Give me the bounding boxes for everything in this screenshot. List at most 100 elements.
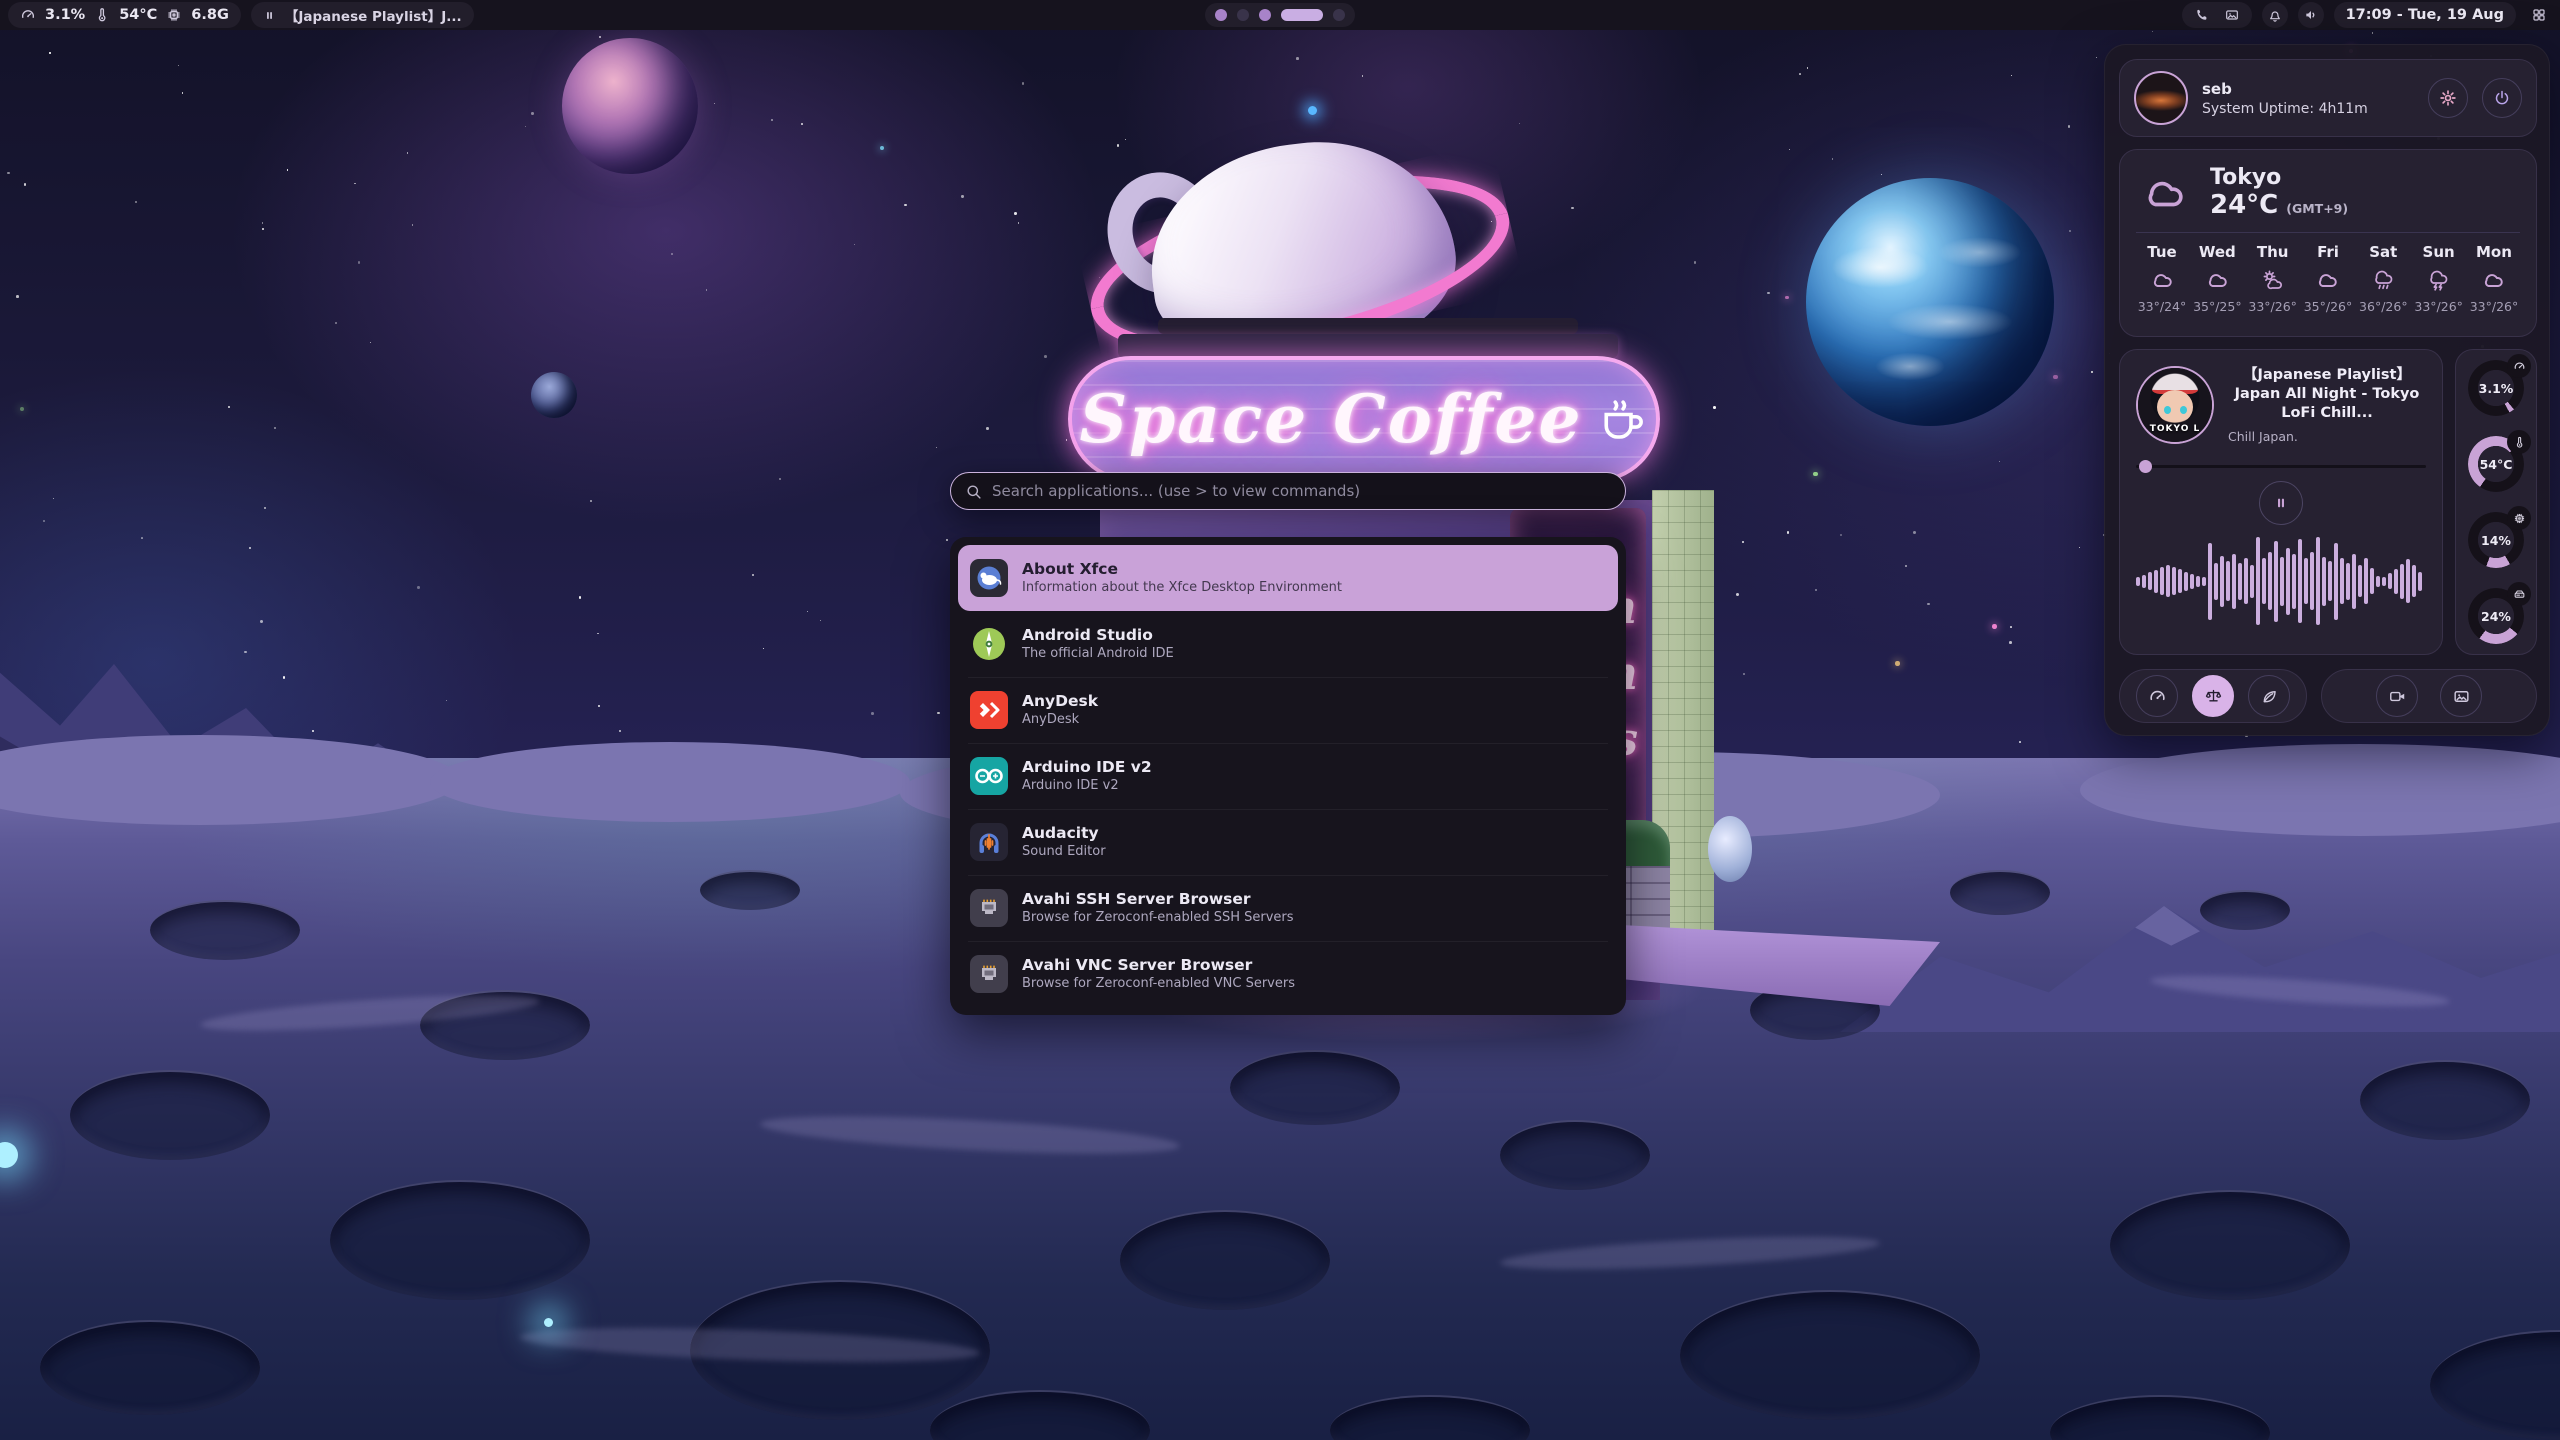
power-icon	[2493, 89, 2511, 107]
image-button[interactable]	[2440, 675, 2482, 717]
notifications-button[interactable]	[2262, 2, 2288, 28]
crater	[2360, 1060, 2530, 1140]
visualizer-bar	[2166, 565, 2170, 597]
shop-bush	[1708, 816, 1752, 882]
app-list-item[interactable]: AnyDeskAnyDesk	[958, 677, 1618, 743]
visualizer-bar	[2148, 572, 2152, 590]
wallpaper-icon[interactable]	[2224, 7, 2240, 23]
app-list-item[interactable]: Android StudioThe official Android IDE	[958, 611, 1618, 677]
now-playing-pill[interactable]: 【Japanese Playlist】J...	[251, 2, 474, 28]
speedometer-icon	[20, 7, 36, 23]
thermometer-icon	[2513, 436, 2526, 449]
forecast-temps: 33°/26°	[2248, 299, 2297, 314]
rain-icon	[2370, 268, 2397, 292]
purple-planet	[562, 38, 698, 174]
app-description: Browse for Zeroconf-enabled SSH Servers	[1022, 910, 1294, 927]
star	[2069, 230, 2071, 232]
shop-roof-step	[1158, 318, 1578, 334]
star	[2096, 57, 2097, 58]
forecast-row: Tue33°/24°Wed35°/25°Thu33°/26°Fri35°/26°…	[2136, 243, 2520, 314]
visualizer-bar	[2244, 558, 2248, 604]
star	[2068, 125, 2070, 127]
star	[354, 183, 356, 185]
workspace-dot-active[interactable]	[1281, 9, 1323, 21]
forecast-day-label: Mon	[2476, 243, 2512, 261]
star	[7, 172, 9, 174]
star	[2019, 741, 2021, 743]
track-subtitle: Chill Japan.	[2228, 429, 2426, 444]
visualizer-bar	[2286, 548, 2290, 615]
video-button[interactable]	[2376, 675, 2418, 717]
volume-button[interactable]	[2298, 2, 2324, 28]
sun-cloud-icon	[2259, 268, 2286, 292]
workspace-dot-empty[interactable]	[1237, 9, 1249, 21]
speedometer-button[interactable]	[2136, 675, 2178, 717]
app-description: AnyDesk	[1022, 712, 1098, 729]
app-description: Sound Editor	[1022, 844, 1106, 861]
app-list-item[interactable]: Arduino IDE v2Arduino IDE v2	[958, 743, 1618, 809]
star	[1799, 73, 1801, 75]
tray-icons-pill[interactable]	[2182, 2, 2252, 28]
visualizer-bar	[2142, 575, 2146, 588]
crater	[2110, 1190, 2350, 1300]
visualizer-bar	[2370, 568, 2374, 594]
app-name: About Xfce	[1022, 559, 1342, 580]
cloud-icon	[2204, 268, 2231, 292]
workspace-dot-empty[interactable]	[1333, 9, 1345, 21]
visualizer-bar	[2358, 565, 2362, 597]
gauge-speedometer: 3.1%	[2468, 360, 2524, 416]
cloud-icon	[2314, 268, 2341, 292]
gear-icon	[2439, 89, 2457, 107]
clock-pill[interactable]: 17:09 - Tue, 19 Aug	[2334, 2, 2516, 28]
gauge-thermometer: 54°C	[2468, 436, 2524, 492]
system-stats-pill[interactable]: 3.1% 54°C 6.8G	[8, 2, 241, 28]
star	[43, 520, 45, 522]
settings-button[interactable]	[2428, 78, 2468, 118]
crater	[1230, 1050, 1400, 1125]
app-name: Android Studio	[1022, 625, 1174, 646]
memory-usage: 6.8G	[191, 7, 229, 23]
visualizer-bar	[2238, 563, 2242, 600]
music-player-card: TOKYO L 【Japanese Playlist】 Japan All Ni…	[2119, 349, 2443, 655]
star	[1999, 461, 2000, 462]
leaf-button[interactable]	[2248, 675, 2290, 717]
search-input[interactable]	[992, 482, 1611, 500]
phone-icon[interactable]	[2194, 7, 2210, 23]
track-progress[interactable]	[2136, 460, 2426, 473]
scales-icon	[2204, 687, 2223, 706]
workspace-indicator[interactable]	[1205, 3, 1355, 27]
visualizer-bar	[2340, 558, 2344, 604]
visualizer-bar	[2412, 565, 2416, 597]
app-list-item[interactable]: AudacitySound Editor	[958, 809, 1618, 875]
visualizer-bar	[2214, 563, 2218, 600]
power-button[interactable]	[2482, 78, 2522, 118]
visualizer-bar	[2280, 557, 2284, 606]
search-bar[interactable]	[950, 472, 1626, 510]
weather-temp: 24°C	[2210, 190, 2278, 220]
app-list-item[interactable]: Avahi SSH Server BrowserBrowse for Zeroc…	[958, 875, 1618, 941]
progress-knob[interactable]	[2139, 460, 2152, 473]
forecast-temps: 33°/26°	[2414, 299, 2463, 314]
speedometer-icon	[2513, 360, 2526, 373]
forecast-day-label: Sun	[2423, 243, 2455, 261]
scales-button[interactable]	[2192, 675, 2234, 717]
visualizer-bar	[2178, 569, 2182, 593]
app-description: Arduino IDE v2	[1022, 778, 1152, 795]
play-pause-button[interactable]	[2259, 481, 2303, 525]
app-name: Audacity	[1022, 823, 1106, 844]
star	[779, 478, 781, 480]
visualizer-bar	[2160, 567, 2164, 595]
app-xfce-icon	[970, 559, 1008, 597]
star	[446, 700, 447, 701]
workspace-dot-occupied[interactable]	[1215, 9, 1227, 21]
forecast-temps: 35°/26°	[2304, 299, 2353, 314]
workspace-dot-occupied[interactable]	[1259, 9, 1271, 21]
app-audacity-icon	[970, 823, 1008, 861]
ground-bump	[430, 742, 910, 822]
star	[904, 204, 906, 206]
app-list-item[interactable]: Avahi VNC Server BrowserBrowse for Zeroc…	[958, 941, 1618, 1007]
crater	[330, 1180, 590, 1300]
visualizer-bar	[2334, 543, 2338, 620]
app-list-item[interactable]: About XfceInformation about the Xfce Des…	[958, 545, 1618, 611]
overview-button[interactable]	[2526, 2, 2552, 28]
